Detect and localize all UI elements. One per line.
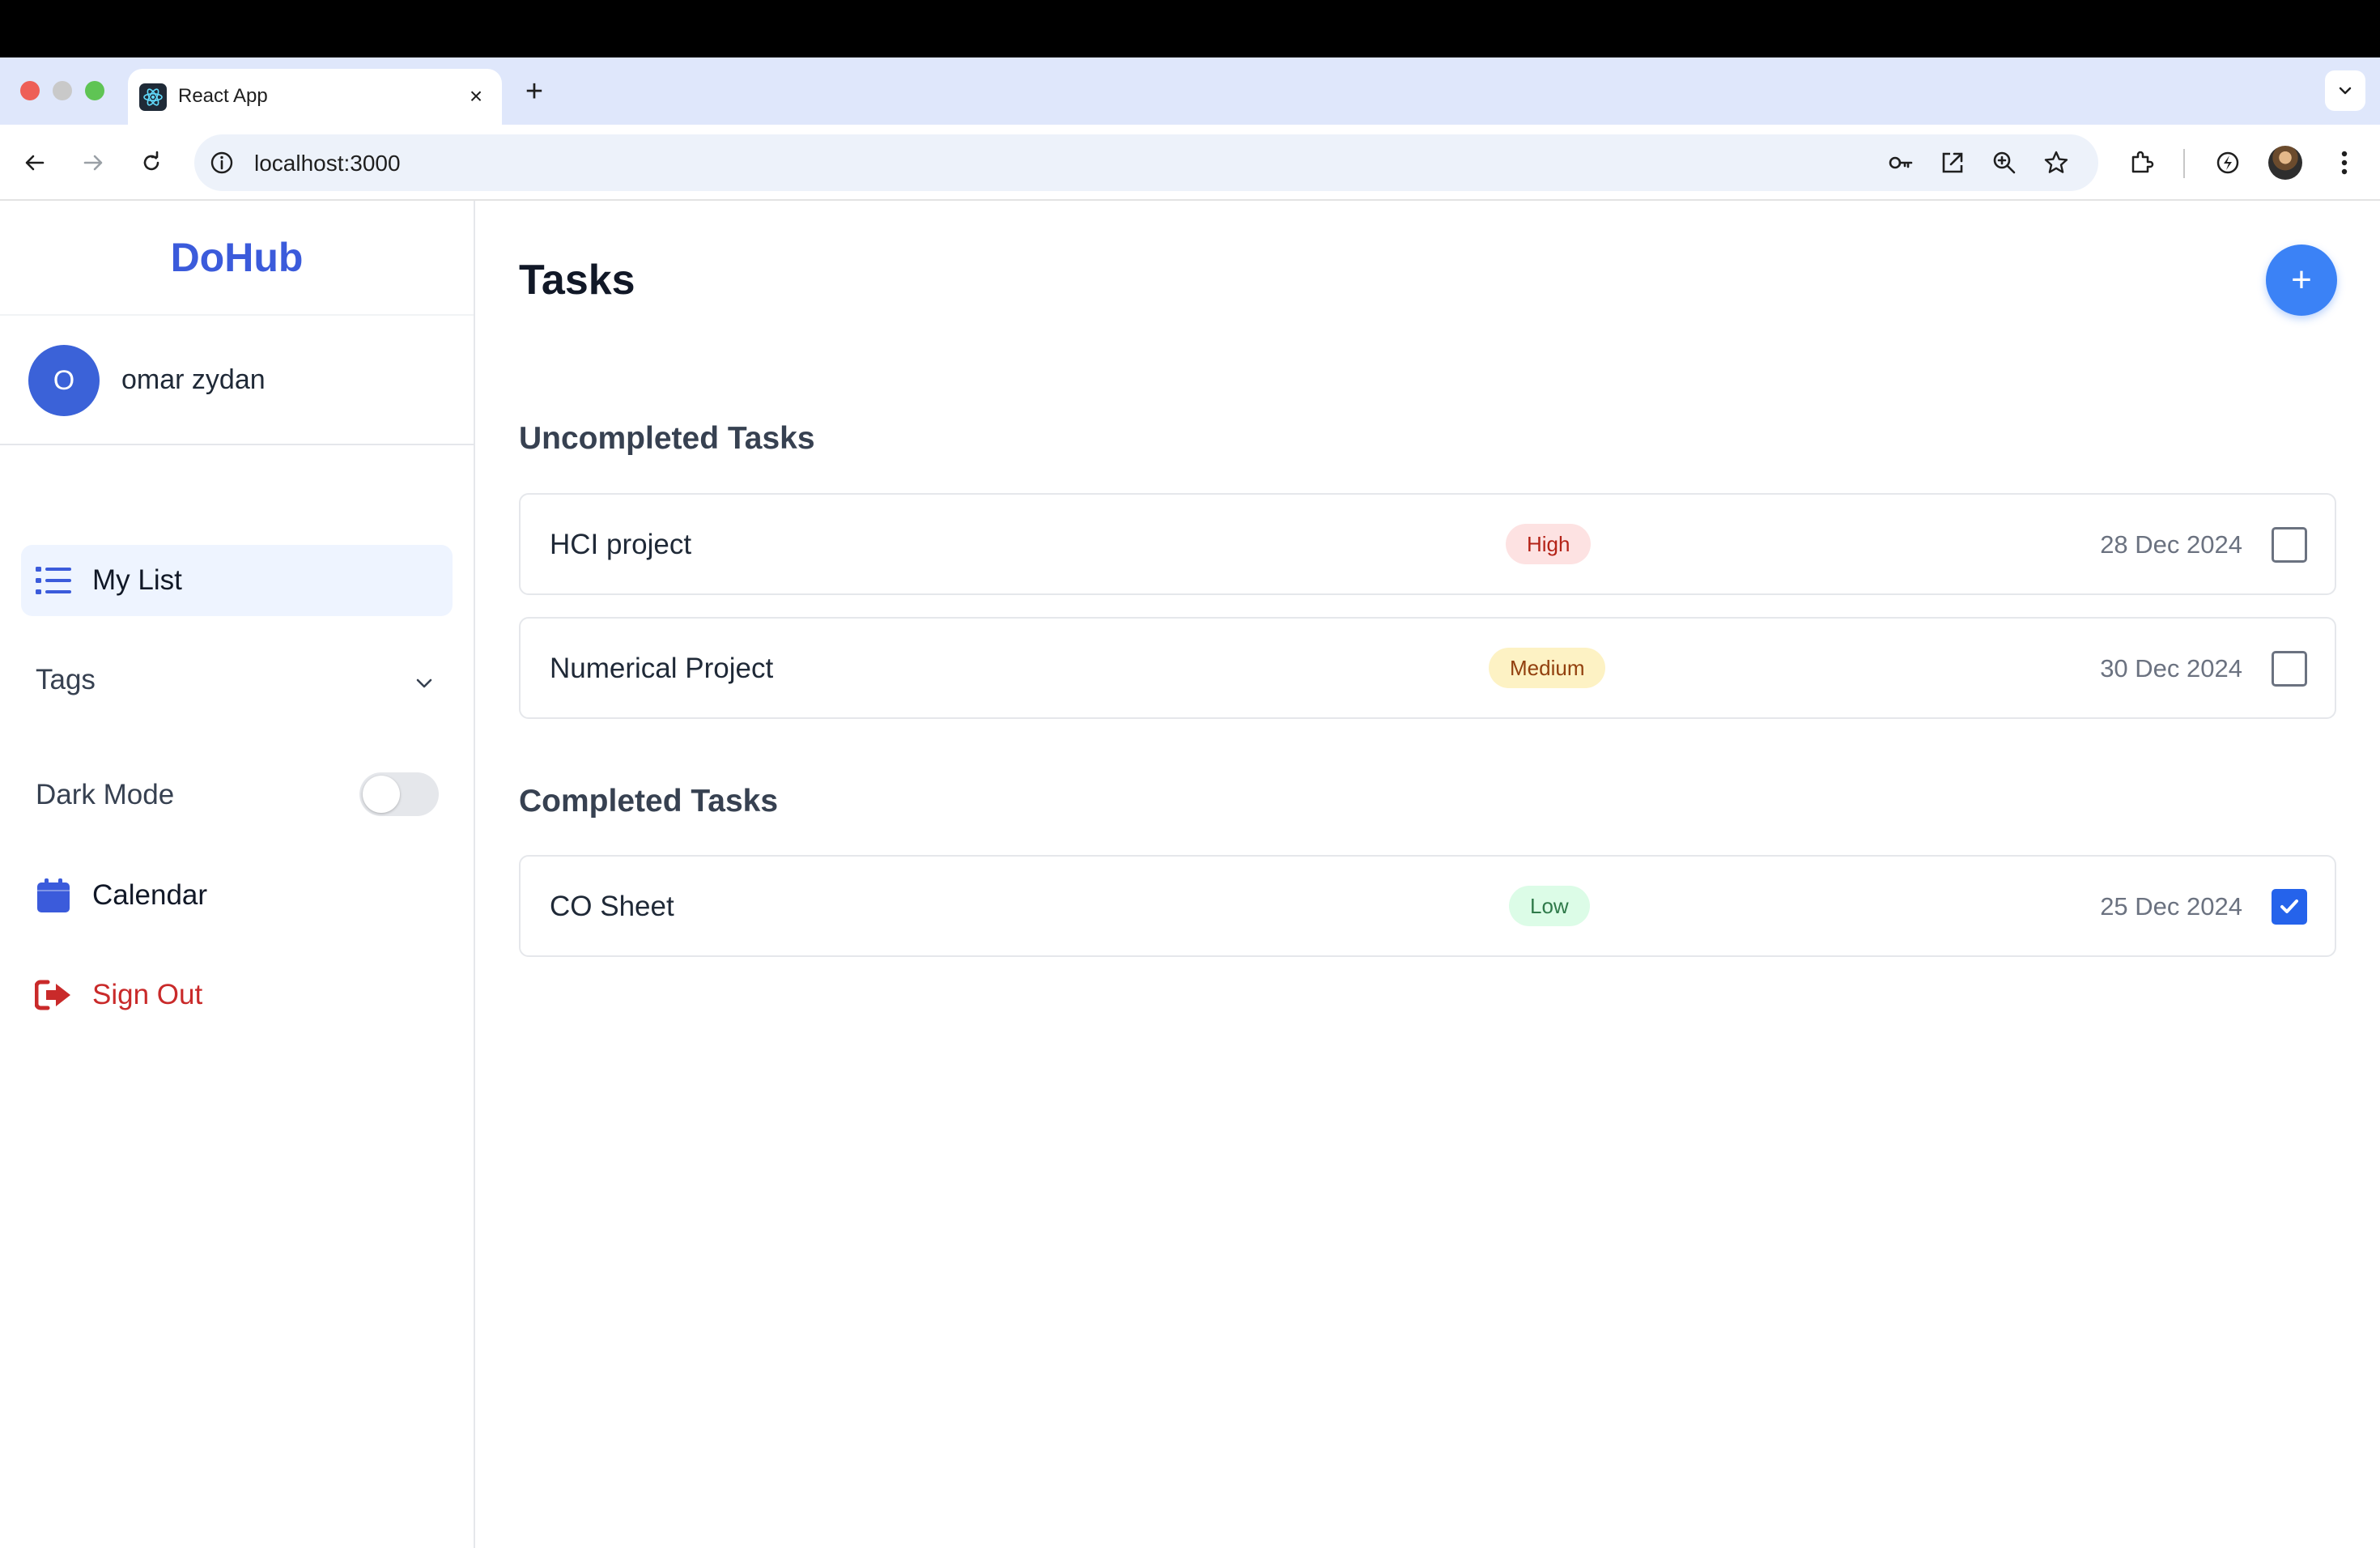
more-icon[interactable] bbox=[2326, 144, 2363, 181]
sidebar-item-calendar[interactable]: Calendar bbox=[34, 871, 455, 920]
page-viewport: DoHub O omar zydan My List Tags Dark Mod… bbox=[0, 201, 2380, 1548]
zoom-icon[interactable] bbox=[1990, 148, 2019, 177]
page-title: Tasks bbox=[519, 257, 635, 304]
priority-badge: Low bbox=[1509, 886, 1590, 926]
tab-close-icon[interactable]: × bbox=[460, 80, 492, 113]
extensions-icon[interactable] bbox=[2123, 144, 2160, 181]
priority-badge: High bbox=[1506, 524, 1592, 564]
sidebar-item-label: Calendar bbox=[92, 879, 208, 911]
performance-icon[interactable] bbox=[2209, 144, 2246, 181]
screen-top-bar bbox=[0, 0, 2380, 57]
sidebar-item-label: Sign Out bbox=[92, 979, 203, 1010]
list-icon bbox=[34, 563, 73, 598]
browser-tab[interactable]: React App × bbox=[128, 69, 502, 125]
checkmark-icon bbox=[2280, 899, 2298, 913]
task-date: 25 Dec 2024 bbox=[2100, 892, 2242, 921]
url-text[interactable]: localhost:3000 bbox=[254, 151, 401, 176]
task-card[interactable]: CO Sheet Low 25 Dec 2024 bbox=[519, 855, 2336, 957]
sidebar-item-label: My List bbox=[92, 564, 182, 596]
task-date: 28 Dec 2024 bbox=[2100, 530, 2242, 559]
chevron-down-icon[interactable] bbox=[405, 666, 444, 701]
task-date: 30 Dec 2024 bbox=[2100, 654, 2242, 683]
task-checkbox[interactable] bbox=[2272, 527, 2307, 563]
browser-toolbar: localhost:3000 bbox=[0, 125, 2380, 201]
sign-out-icon bbox=[34, 976, 73, 1014]
brand-logo[interactable]: DoHub bbox=[0, 201, 474, 316]
dark-mode-toggle[interactable] bbox=[359, 772, 439, 816]
task-name: CO Sheet bbox=[550, 891, 674, 922]
sidebar-item-sign-out[interactable]: Sign Out bbox=[34, 971, 455, 1019]
minimize-window-button[interactable] bbox=[53, 81, 72, 100]
key-icon[interactable] bbox=[1886, 148, 1915, 177]
new-tab-button[interactable]: + bbox=[516, 74, 552, 109]
browser-window: React App × + localhost:3000 DoHub O oma… bbox=[0, 57, 2380, 1548]
close-window-button[interactable] bbox=[20, 81, 40, 100]
task-card[interactable]: HCI project High 28 Dec 2024 bbox=[519, 493, 2336, 595]
task-name: HCI project bbox=[550, 529, 692, 560]
user-profile: O omar zydan bbox=[0, 316, 474, 445]
profile-avatar[interactable] bbox=[2268, 146, 2302, 180]
avatar[interactable]: O bbox=[28, 345, 100, 416]
open-external-icon[interactable] bbox=[1938, 148, 1967, 177]
task-name: Numerical Project bbox=[550, 653, 774, 684]
add-task-button[interactable]: + bbox=[2266, 245, 2337, 316]
priority-badge: Medium bbox=[1489, 648, 1606, 688]
sidebar-item-my-list[interactable]: My List bbox=[21, 545, 453, 616]
maximize-window-button[interactable] bbox=[85, 81, 104, 100]
reload-icon[interactable] bbox=[131, 142, 172, 183]
toolbar-divider bbox=[2183, 149, 2185, 178]
info-icon[interactable] bbox=[207, 148, 236, 177]
back-icon[interactable] bbox=[15, 142, 55, 183]
completed-section-title: Completed Tasks bbox=[519, 784, 779, 819]
main-content: Tasks + Uncompleted Tasks HCI project Hi… bbox=[475, 201, 2380, 1548]
toggle-knob bbox=[363, 776, 400, 813]
task-card[interactable]: Numerical Project Medium 30 Dec 2024 bbox=[519, 617, 2336, 719]
user-name: omar zydan bbox=[121, 364, 266, 395]
task-checkbox[interactable] bbox=[2272, 651, 2307, 687]
tab-search-icon[interactable] bbox=[2325, 70, 2365, 111]
sidebar: DoHub O omar zydan My List Tags Dark Mod… bbox=[0, 201, 475, 1548]
address-bar[interactable]: localhost:3000 bbox=[194, 134, 2098, 191]
uncompleted-section-title: Uncompleted Tasks bbox=[519, 421, 815, 456]
react-favicon-icon bbox=[139, 83, 167, 111]
tab-title: React App bbox=[178, 85, 268, 107]
star-icon[interactable] bbox=[2042, 148, 2071, 177]
task-checkbox-checked[interactable] bbox=[2272, 889, 2307, 925]
calendar-icon bbox=[34, 876, 73, 915]
forward-icon[interactable] bbox=[73, 142, 113, 183]
dark-mode-label: Dark Mode bbox=[36, 779, 175, 810]
tab-strip: React App × + bbox=[0, 57, 2380, 125]
sidebar-item-tags[interactable]: Tags bbox=[36, 664, 96, 696]
